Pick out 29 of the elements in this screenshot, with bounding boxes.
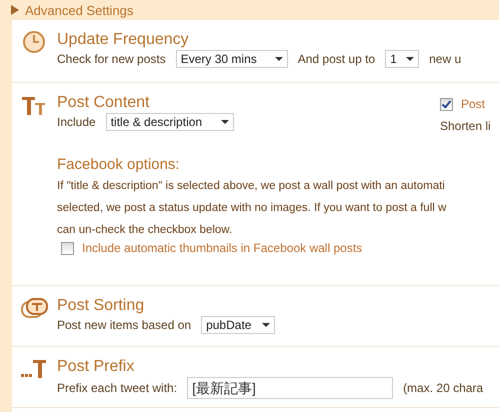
section-title: Post Sorting bbox=[57, 296, 146, 315]
checkbox[interactable] bbox=[61, 242, 74, 254]
dropdown[interactable]: pubDate bbox=[201, 316, 276, 334]
field-label: Shorten li bbox=[440, 119, 491, 133]
caret-icon bbox=[262, 323, 270, 327]
dropdown[interactable]: Every 30 mins bbox=[176, 50, 288, 68]
section-title: Update Frequency bbox=[57, 30, 190, 49]
description-text: If "title & description" is selected above, we post a wall post with an automati bbox=[57, 179, 446, 194]
section-title: Post Prefix bbox=[57, 357, 136, 376]
checkbox-label: Include automatic thumbnails in Facebook wall posts bbox=[82, 241, 362, 255]
field-label: Check for new posts bbox=[57, 52, 166, 66]
checkbox-label: Post bbox=[461, 97, 486, 111]
field-label: Prefix each tweet with: bbox=[57, 381, 178, 395]
caret-icon bbox=[274, 57, 283, 61]
dropdown[interactable]: title & description bbox=[106, 113, 234, 131]
subsection-title: Facebook options: bbox=[57, 155, 181, 175]
caret-icon bbox=[406, 57, 414, 61]
field-label: And post up to bbox=[298, 52, 376, 66]
field-label: new u bbox=[429, 52, 462, 66]
field-label: Include bbox=[57, 115, 96, 129]
description-text: can un-check the checkbox below. bbox=[57, 223, 234, 238]
description-text: selected, we post a status update with no images. If you want to post a full w bbox=[57, 201, 446, 216]
dropdown[interactable]: 1 bbox=[385, 50, 420, 68]
checkbox[interactable] bbox=[440, 98, 453, 110]
section-title: Post Content bbox=[57, 93, 150, 112]
caret-icon bbox=[220, 120, 229, 124]
field-label: Post new items based on bbox=[57, 318, 192, 332]
hint-text: (max. 20 chara bbox=[403, 381, 484, 395]
input-field[interactable]: [最新記事] bbox=[187, 377, 394, 399]
